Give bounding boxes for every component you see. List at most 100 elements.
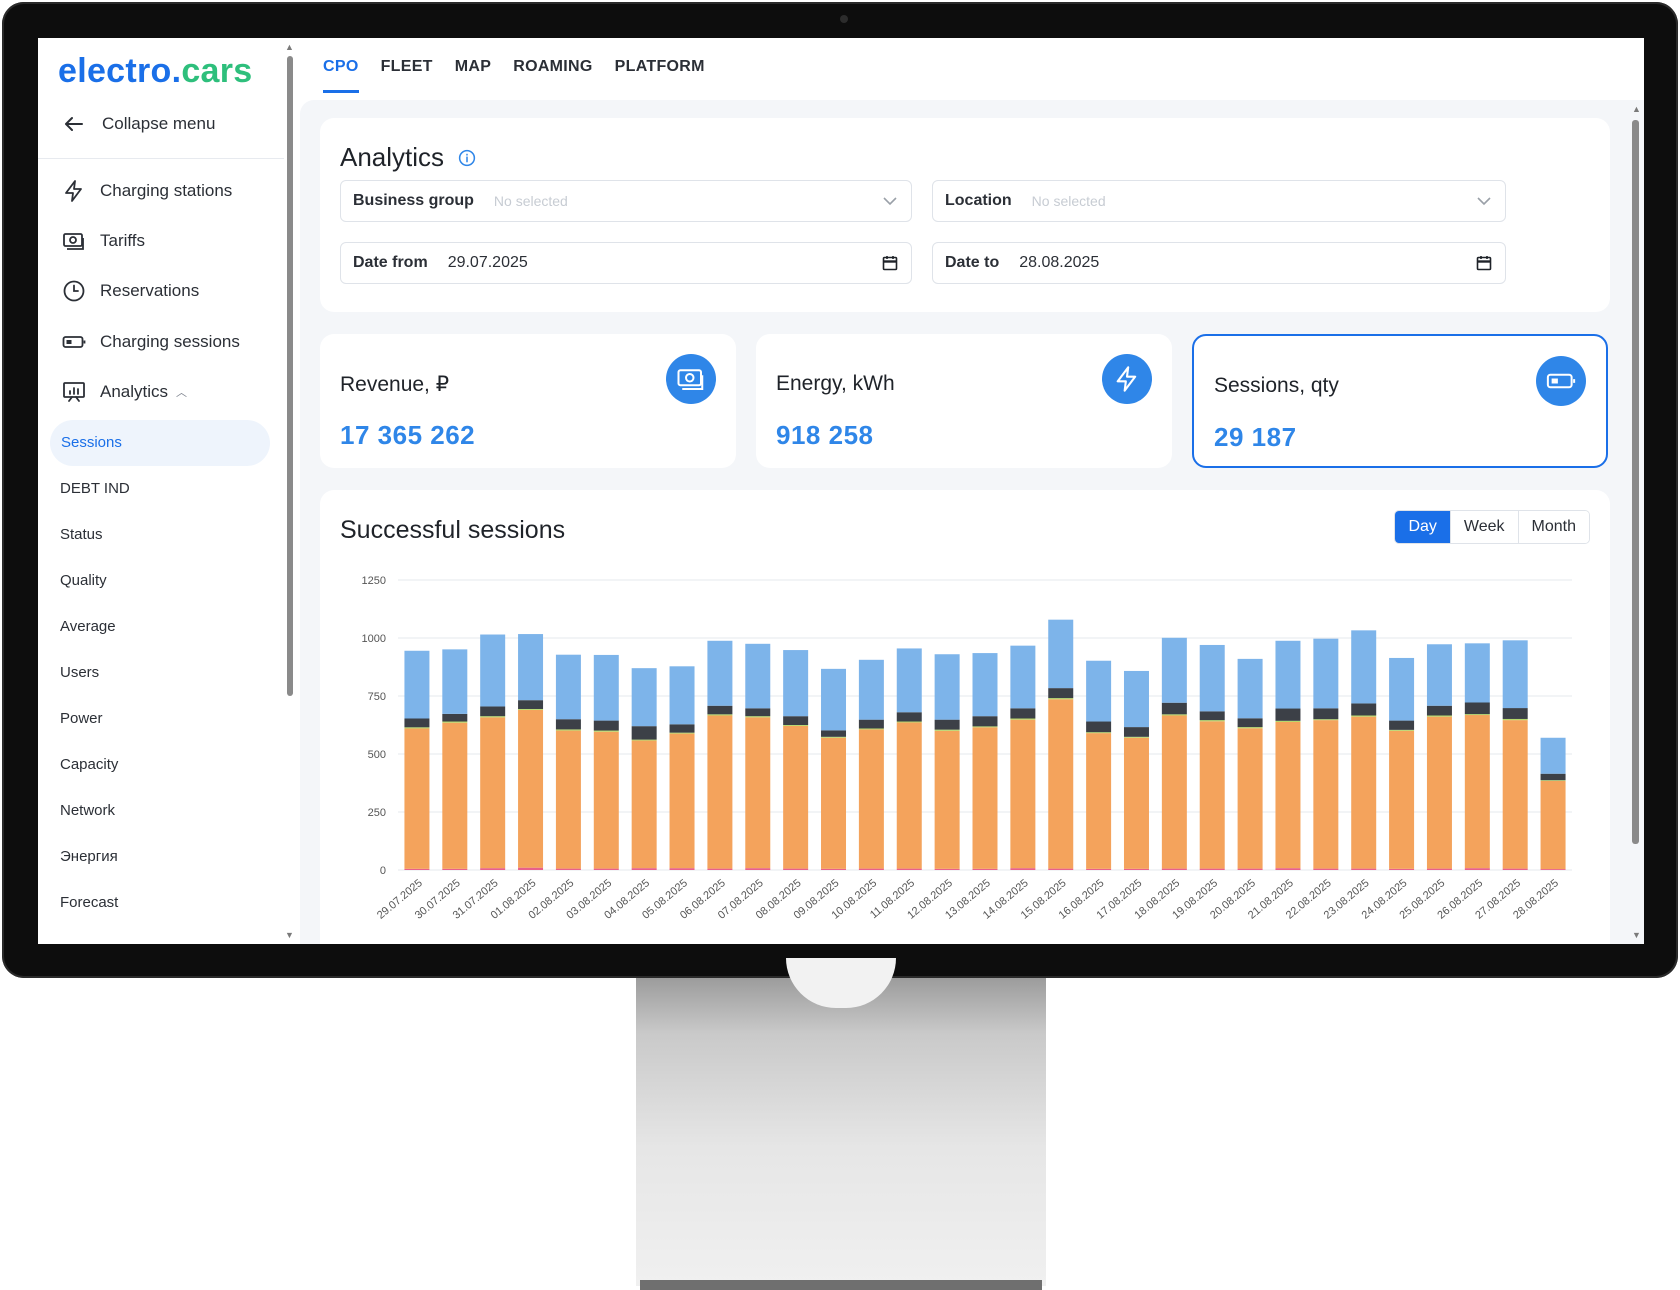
chart-bar-segment [1086, 721, 1112, 733]
chart-bar-segment [1540, 773, 1566, 781]
chart-bar-segment [1199, 868, 1225, 870]
chart-title: Successful sessions [340, 516, 566, 544]
chart-bar-segment [555, 730, 581, 869]
chart-bar-segment [972, 716, 998, 727]
chart-bar-segment [821, 668, 847, 731]
chart-bar-segment [518, 634, 544, 701]
sidebar-subitem-sessions[interactable]: Sessions [50, 420, 270, 466]
stat-card-revenue[interactable]: Revenue, ₽ 17 365 262 [320, 334, 736, 468]
chart-bar-segment [783, 868, 809, 870]
sidebar-subitem-average[interactable]: Average [60, 618, 116, 635]
sidebar-scrollbar[interactable] [287, 56, 293, 696]
chart-bar-segment [669, 868, 695, 870]
sidebar-item-analytics[interactable]: Analytics ︿ [62, 380, 187, 404]
tab-platform[interactable]: PLATFORM [615, 58, 705, 93]
chart-bar-segment [821, 736, 847, 738]
chart-bar-segment [1502, 640, 1528, 709]
chart-bar-segment [1161, 637, 1187, 703]
period-day-button[interactable]: Day [1395, 511, 1450, 543]
chart-bar-segment [1351, 630, 1377, 704]
chart-bar-segment [934, 730, 960, 869]
sidebar-scroll-down-arrow[interactable]: ▼ [285, 930, 294, 940]
chart-bar-segment [404, 868, 430, 870]
chart-bar-segment [972, 868, 998, 870]
main-scroll-up-arrow[interactable]: ▲ [1632, 104, 1641, 114]
location-label: Location [945, 192, 1012, 209]
date-from-field[interactable]: Date from 29.07.2025 [340, 242, 912, 284]
chart-bar-segment [555, 729, 581, 731]
page-title-text: Analytics [340, 142, 445, 172]
chart-bar-segment [972, 727, 998, 869]
calendar-icon[interactable] [881, 254, 899, 272]
chart-bar-segment [972, 726, 998, 728]
chart-bar-segment [1161, 868, 1187, 870]
sidebar-item-charging-stations[interactable]: Charging stations [62, 179, 232, 203]
chart-bar-segment [1426, 715, 1452, 717]
sidebar-item-reservations[interactable]: Reservations [62, 279, 199, 303]
main-scroll-down-arrow[interactable]: ▼ [1632, 930, 1641, 940]
chart-bar-segment [707, 705, 733, 715]
chart-bar-segment [1237, 868, 1263, 870]
chart-bar-segment [404, 727, 430, 729]
sidebar-subitem-forecast[interactable]: Forecast [60, 894, 118, 911]
tab-fleet[interactable]: FLEET [381, 58, 433, 93]
tab-map[interactable]: MAP [455, 58, 491, 93]
chart-bar-segment [404, 728, 430, 869]
chart-bar-segment [783, 716, 809, 725]
chart-bar-segment [1237, 718, 1263, 728]
sidebar-scroll-up-arrow[interactable]: ▲ [285, 42, 294, 52]
info-icon[interactable] [458, 149, 476, 167]
tab-roaming[interactable]: ROAMING [513, 58, 592, 93]
business-group-select[interactable]: Business group No selected [340, 180, 912, 222]
sidebar-subitem-status[interactable]: Status [60, 526, 103, 543]
sidebar-subitem-energy[interactable]: Энергия [60, 848, 118, 865]
chart-bar-segment [518, 867, 544, 870]
location-select[interactable]: Location No selected [932, 180, 1506, 222]
chart-bar-segment [1313, 708, 1339, 720]
main-scrollbar[interactable] [1632, 120, 1639, 844]
sidebar-subitem-power[interactable]: Power [60, 710, 103, 727]
calendar-icon[interactable] [1475, 254, 1493, 272]
y-tick-label: 500 [368, 749, 386, 761]
y-tick-label: 0 [380, 865, 386, 877]
collapse-menu-button[interactable]: Collapse menu [62, 112, 215, 136]
chart-bar-segment [1426, 705, 1452, 716]
chart-bar-segment [1313, 720, 1339, 869]
logo[interactable]: electro.cars [58, 52, 253, 91]
date-to-field[interactable]: Date to 28.08.2025 [932, 242, 1506, 284]
sidebar-subitem-network[interactable]: Network [60, 802, 115, 819]
sidebar-subitem-capacity[interactable]: Capacity [60, 756, 118, 773]
sidebar-item-charging-sessions[interactable]: Charging sessions [62, 330, 240, 354]
stat-value: 29 187 [1214, 422, 1297, 452]
chart-bar-segment [783, 650, 809, 717]
chart-bar-segment [1275, 720, 1301, 722]
chart-bar-segment [1161, 715, 1187, 869]
chart-bar-segment [858, 729, 884, 869]
sidebar-subitem-quality[interactable]: Quality [60, 572, 107, 589]
sidebar-item-tariffs[interactable]: Tariffs [62, 229, 145, 253]
chart-bar-segment [934, 729, 960, 731]
chart-bar-segment [896, 648, 922, 713]
stat-card-energy[interactable]: Energy, kWh 918 258 [756, 334, 1172, 468]
sidebar-item-label: Charging sessions [100, 332, 240, 351]
sidebar-subitem-debt-ind[interactable]: DEBT IND [60, 480, 130, 497]
chart-bar-segment [1237, 727, 1263, 729]
chart-bar-segment [1313, 638, 1339, 709]
page-title: Analytics [340, 142, 476, 173]
money-icon [666, 354, 716, 404]
period-toggle: Day Week Month [1394, 510, 1590, 544]
collapse-menu-label: Collapse menu [102, 114, 216, 133]
period-week-button[interactable]: Week [1449, 511, 1518, 543]
sidebar-subitem-users[interactable]: Users [60, 664, 99, 681]
chart-bar-segment [858, 719, 884, 729]
chart-bar-segment [593, 868, 619, 870]
stat-value: 17 365 262 [340, 420, 476, 450]
chart-bar-segment [1123, 737, 1149, 869]
chart-bar-segment [631, 668, 657, 727]
stat-card-sessions[interactable]: Sessions, qty 29 187 [1192, 334, 1608, 468]
chart-bar-segment [480, 634, 506, 707]
tab-cpo[interactable]: CPO [323, 58, 359, 93]
chart-bar-segment [1540, 780, 1566, 781]
chart-bar-segment [1275, 721, 1301, 869]
period-month-button[interactable]: Month [1517, 511, 1589, 543]
